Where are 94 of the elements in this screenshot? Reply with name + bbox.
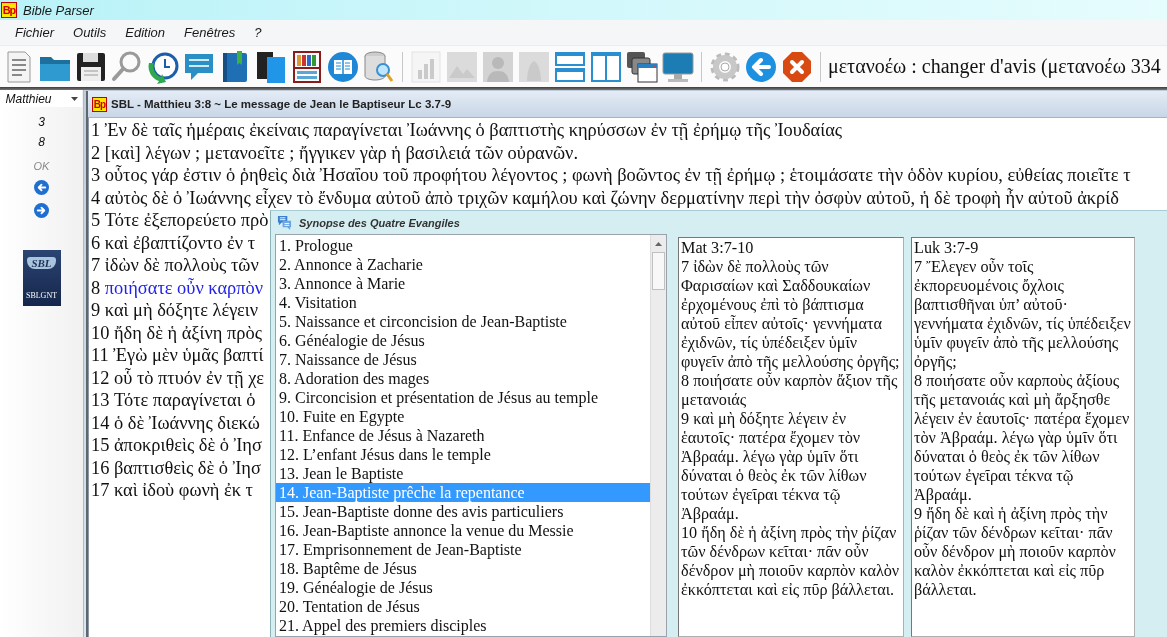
verse-paragraph: 10 ἤδη δὲ ἡ ἀξίνη πρὸς τὴν ῥίζαν τῶν δένδρων κεῖται· πᾶν οὖν δένδρον μὴ ποιοῦν καρπὸν καλὸν ἐκκόπτεται καὶ εἰς πῦρ βάλλεται. xyxy=(681,524,901,600)
list-item[interactable]: 21. Appel des premiers disciples xyxy=(276,616,650,635)
synopsis-title: Synopse des Quatre Evangiles xyxy=(299,216,460,229)
document-title: SBL - Matthieu 3:8 ~ Le message de Jean le Baptiseur Lc 3.7-9 xyxy=(111,98,452,110)
menu-item[interactable]: Outils xyxy=(73,25,107,40)
vertical-tiles-icon[interactable] xyxy=(590,49,622,84)
menu-item[interactable]: ? xyxy=(254,25,262,40)
verse-number: 3 xyxy=(91,164,101,187)
verse-text: Ἐν δὲ ταῖς ἡμέραις ἐκείναις παραγίνεται Ἰωάννης ὁ βαπτιστὴς κηρύσσων ἐν τῇ ἐρήμῳ τῆς Ἰουδαίας xyxy=(104,119,843,142)
right-arrow-icon[interactable] xyxy=(34,203,49,218)
monitor-icon[interactable] xyxy=(662,49,694,84)
list-item[interactable]: 20. Tentation de Jésus xyxy=(276,597,650,616)
verse-number: 17 xyxy=(91,479,110,502)
menu-item[interactable]: Fichier xyxy=(15,25,54,40)
verse-number: 5 xyxy=(91,209,101,232)
cascade-windows-icon[interactable] xyxy=(626,49,658,84)
verse-text: καὶ ἐβαπτίζοντο ἐν τ xyxy=(104,231,256,254)
verse-number: 12 xyxy=(91,366,110,389)
list-item[interactable]: 16. Jean-Baptiste annonce la venue du Messie xyxy=(276,521,650,540)
passage-reference: Mat 3:7-10 xyxy=(681,239,755,258)
menu-item[interactable]: Fenêtres xyxy=(184,25,236,40)
list-item[interactable]: 12. L’enfant Jésus dans le temple xyxy=(276,445,650,464)
verse-number: 1 xyxy=(91,119,101,142)
verse-text: καὶ ἰδοὺ φωνὴ ἐκ τ xyxy=(114,479,253,502)
verse-number: 14 xyxy=(91,411,110,434)
verse-text: [καὶ] λέγων ; μετανοεῖτε ; ἤγγικεν γὰρ ἡ βασιλειά τῶν οὐρανῶν. xyxy=(104,141,579,164)
verse-text: αὐτὸς δὲ ὁ Ἰωάννης εἶχεν τὸ ἔνδυμα αὐτοῦ ἀπὸ τριχῶν καμήλου καὶ ζώνην δερματίνην περὶ τὴν ὀσφὺν αὐτοῦ, ἡ δὲ τροφὴ ἦν αὐτοῦ ἀκρίδ xyxy=(104,186,1119,209)
list-item[interactable]: 15. Jean-Baptiste donne des avis particuliers xyxy=(276,502,650,521)
verse-paragraph: 9 καὶ μὴ δόξητε λέγειν ἐν ἑαυτοῖς· πατέρα ἔχομεν τὸν Ἀβραάμ. λέγω γὰρ ὑμῖν ὅτι δύναται ὁ θεὸς ἐκ τῶν λίθων τούτων ἐγεῖραι τέκνα τῷ Ἀβραάμ. xyxy=(681,410,868,524)
list-item[interactable]: 10. Fuite en Egypte xyxy=(276,407,650,426)
list-item[interactable]: 4. Visitation xyxy=(276,293,650,312)
verse-number: 2 xyxy=(91,141,101,164)
verse-text: ἀποκριθεὶς δὲ ὁ Ἰησ xyxy=(114,434,262,457)
verse-text: Τότε παραγίνεται ὁ xyxy=(114,389,256,412)
bookshelf-icon[interactable] xyxy=(291,49,323,84)
verse-paragraph: 8 ποιήσατε οὖν καρποὺς ἀξίους τῆς μετανοιάς καὶ μὴ ἄρξησθε λέγειν ἐν ἑαυτοῖς· πατέρα ἔχομεν τὸν Ἀβραάμ. λέγω γὰρ ὑμῖν ὅτι δύναται ὁ θεὸς ἐκ τῶν λίθων τούτων ἐγεῖραι τέκνα τῷ Ἀβραάμ. xyxy=(914,372,1131,505)
scroll-up-icon[interactable] xyxy=(655,242,662,246)
verse-number: 10 xyxy=(91,321,110,344)
list-item[interactable]: 1. Prologue xyxy=(276,236,650,255)
list-item[interactable]: 6. Généalogie de Jésus xyxy=(276,331,650,350)
list-item[interactable]: 7. Naissance de Jésus xyxy=(276,350,650,369)
verse-number: 11 xyxy=(91,344,109,367)
verse-number: 15 xyxy=(91,434,110,457)
list-item[interactable]: 9. Circoncision et présentation de Jésus au temple xyxy=(276,388,650,407)
books-icon[interactable] xyxy=(255,49,287,84)
horizontal-tiles-icon[interactable] xyxy=(554,49,586,84)
list-item[interactable]: 2. Annonce à Zacharie xyxy=(276,255,650,274)
verse-field[interactable]: 8 xyxy=(38,134,45,150)
verse-text: Ἐγὼ μὲν ὑμᾶς βαπτί xyxy=(113,344,264,367)
verse-paragraph: 8 ποιήσατε οὖν καρπὸν ἄξιον τῆς μετανοιάς xyxy=(681,372,899,410)
caret-icon xyxy=(70,96,78,101)
open-book-icon[interactable] xyxy=(327,49,359,84)
document-logo: Bp xyxy=(92,96,107,112)
verse-text: ὁ δὲ Ἰωάννης διεκώ xyxy=(114,411,260,434)
verse-paragraph: 7 ἰδὼν δὲ πολλοὺς τῶν Φαρισαίων καὶ Σαδδουκαίων ἐρχομένους ἐπὶ τὸ βάπτισμα αὐτοῦ εἶπεν αὐτοῖς· γεννήματα ἐχιδνῶν, τίς ὑπέδειξεν ὑμῖν φυγεῖν ἀπὸ τῆς μελλούσης ὀργῆς; xyxy=(681,258,901,372)
list-item[interactable]: 5. Naissance et circoncision de Jean-Baptiste xyxy=(276,312,650,331)
speech-bubbles-icon xyxy=(277,215,292,230)
verse-text: οὗτος γάρ ἐστιν ὁ ῥηθεὶς διὰ Ἠσαΐου τοῦ προφήτου λέγοντος ; φωνὴ βοῶντος ἐν τῇ ἐρήμῳ ; ἑτοιμάσατε τὴν ὁδὸν κυρίου, εὐθείας ποιεῖτε τ xyxy=(104,164,1131,187)
list-item[interactable]: 18. Baptême de Jésus xyxy=(276,559,650,578)
logo-monogram: SBL xyxy=(27,257,56,269)
window-title: Bible Parser xyxy=(23,2,94,18)
verse-text: Τότε ἐξεπορεύετο πρὸ xyxy=(104,209,269,232)
close-icon[interactable] xyxy=(781,49,813,84)
list-item[interactable]: 8. Adoration des mages xyxy=(276,369,650,388)
database-search-icon[interactable] xyxy=(363,49,395,84)
verse-number: 16 xyxy=(91,456,110,479)
verse-number: 6 xyxy=(91,231,101,254)
passage-reference: Luk 3:7-9 xyxy=(914,239,980,258)
menu-item[interactable]: Edition xyxy=(125,25,165,40)
list-item[interactable]: 11. Enfance de Jésus à Nazareth xyxy=(276,426,650,445)
verse-text: ἤδη δὲ ἡ ἀξίνη πρὸς xyxy=(114,321,262,344)
scrollbar-thumb[interactable] xyxy=(652,252,665,290)
list-item[interactable]: 17. Emprisonnement de Jean-Baptiste xyxy=(276,540,650,559)
verse-number: 7 xyxy=(91,254,101,277)
app-logo: Bp xyxy=(1,2,17,18)
verse-number: 8 xyxy=(91,276,101,299)
verse-text: ἰδὼν δὲ πολλοὺς τῶν xyxy=(104,254,259,277)
list-item[interactable]: 13. Jean le Baptiste xyxy=(276,464,650,483)
verse-text: οὗ τὸ πτυόν ἐν τῇ χε xyxy=(114,366,265,389)
verse-text: καὶ μὴ δόξητε λέγειν xyxy=(104,299,258,322)
verse-paragraph: 7 Ἔλεγεν οὖν τοῖς ἐκπορευομένοις ὄχλοις βαπτισθῆναι ὑπ’ αὐτοῦ· γεννήματα ἐχιδνῶν, τίς ὑπέδειξεν ὑμῖν φυγεῖν ἀπὸ τῆς μελλούσης ὀργῆς; xyxy=(914,258,1132,372)
verse-paragraph: 9 ἤδη δὲ καὶ ἡ ἀξίνη πρὸς τὴν ῥίζαν τῶν δένδρων κεῖται· πᾶν οὖν δένδρον μὴ ποιοῦν καρπὸν καλὸν ἐκκόπτεται καὶ εἰς πῦρ βάλλεται. xyxy=(914,505,1117,600)
logo-caption: SBLGNT xyxy=(25,291,58,300)
definition-text: μετανοέω : changer d'avis (μετανοέω 334 xyxy=(828,55,1161,78)
chapter-field[interactable]: 3 xyxy=(38,114,45,130)
verse-number: 4 xyxy=(91,186,101,209)
left-arrow-icon[interactable] xyxy=(34,180,49,195)
verse-number: 13 xyxy=(91,389,110,412)
verse-text: βαπτισθεὶς δὲ ὁ Ἰησ xyxy=(114,456,261,479)
verse-text: ποιήσατε οὖν καρπὸν xyxy=(104,276,264,299)
ok-button[interactable]: OK xyxy=(33,159,50,173)
list-item[interactable]: 19. Généalogie de Jésus xyxy=(276,578,650,597)
verse-number: 9 xyxy=(91,299,101,322)
list-item[interactable]: 3. Annonce à Marie xyxy=(276,274,650,293)
